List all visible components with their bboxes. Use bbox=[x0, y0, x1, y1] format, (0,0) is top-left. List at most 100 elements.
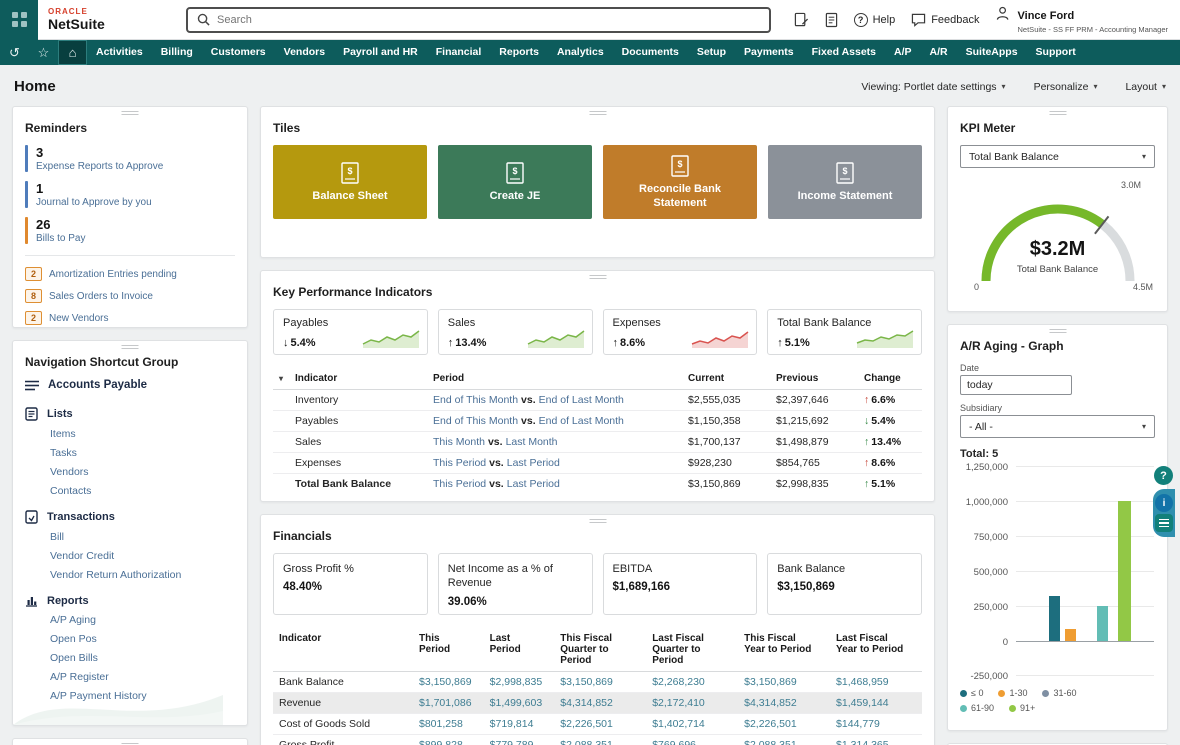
nav-documents[interactable]: Documents bbox=[613, 40, 688, 65]
help-button[interactable]: ? Help bbox=[854, 13, 896, 27]
kpi-card-total-bank-balance[interactable]: Total Bank Balance ↑5.1% bbox=[767, 309, 922, 355]
kpi-col-change[interactable]: Change bbox=[858, 368, 922, 390]
shortcut-ap-register[interactable]: A/P Register bbox=[50, 671, 235, 683]
shortcut-vendors[interactable]: Vendors bbox=[50, 466, 235, 478]
tile-income-statement[interactable]: $ Income Statement bbox=[768, 145, 922, 219]
nav-customers[interactable]: Customers bbox=[202, 40, 275, 65]
bar-61-90[interactable] bbox=[1097, 606, 1108, 641]
fin-card-bank-balance[interactable]: Bank Balance $3,150,869 bbox=[767, 553, 922, 615]
kpi-row-payables[interactable]: Payables End of This Monthvs.End of Last… bbox=[273, 411, 922, 432]
portlet-drag-handle[interactable] bbox=[122, 111, 139, 115]
reminder-expense-reports[interactable]: 3 Expense Reports to Approve bbox=[25, 145, 235, 172]
recent-records-button[interactable]: ↺ bbox=[0, 40, 29, 65]
legend-1-30[interactable]: 1-30 bbox=[998, 688, 1027, 698]
nav-reports[interactable]: Reports bbox=[490, 40, 548, 65]
reminder-label[interactable]: Expense Reports to Approve bbox=[36, 161, 163, 172]
shortcut-bill[interactable]: Bill bbox=[50, 531, 235, 543]
nav-financial[interactable]: Financial bbox=[427, 40, 491, 65]
reminder-sales-orders[interactable]: 8 Sales Orders to Invoice bbox=[25, 289, 235, 303]
home-tab[interactable]: ⌂ bbox=[58, 40, 87, 65]
shortcut-tasks[interactable]: Tasks bbox=[50, 447, 235, 459]
fin-col-last-period[interactable]: Last Period bbox=[484, 628, 555, 672]
create-note-button[interactable] bbox=[794, 12, 809, 28]
fin-row-gross-profit[interactable]: Gross Profit $899,828 $779,789 $2,088,35… bbox=[273, 735, 922, 745]
reminder-label[interactable]: Sales Orders to Invoice bbox=[49, 291, 153, 302]
feedback-button[interactable]: Feedback bbox=[911, 13, 979, 27]
kpi-col-previous[interactable]: Previous bbox=[770, 368, 858, 390]
reminder-new-vendors[interactable]: 2 New Vendors bbox=[25, 311, 235, 325]
documents-button[interactable] bbox=[825, 12, 838, 28]
search-input[interactable] bbox=[217, 14, 760, 26]
kpi-row-inventory[interactable]: Inventory End of This Monthvs.End of Las… bbox=[273, 390, 922, 411]
fin-card-net-income-pct[interactable]: Net Income as a % of Revenue 39.06% bbox=[438, 553, 593, 615]
feedback-tab-button[interactable] bbox=[1155, 514, 1173, 532]
nav-payments[interactable]: Payments bbox=[735, 40, 803, 65]
shortcut-contacts[interactable]: Contacts bbox=[50, 485, 235, 497]
nav-billing[interactable]: Billing bbox=[152, 40, 202, 65]
kpi-meter-select[interactable]: Total Bank Balance ▾ bbox=[960, 145, 1155, 168]
global-search[interactable] bbox=[186, 7, 771, 33]
fin-col-indicator[interactable]: Indicator bbox=[273, 628, 413, 672]
kpi-row-expenses[interactable]: Expenses This Periodvs.Last Period $928,… bbox=[273, 453, 922, 474]
fin-col-last-fy[interactable]: Last Fiscal Year to Period bbox=[830, 628, 922, 672]
shortcut-vendor-return-authorization[interactable]: Vendor Return Authorization bbox=[50, 569, 235, 581]
nav-support[interactable]: Support bbox=[1027, 40, 1085, 65]
reminder-label[interactable]: Bills to Pay bbox=[36, 233, 85, 244]
portlet-drag-handle[interactable] bbox=[122, 345, 139, 349]
bar-1-30[interactable] bbox=[1065, 629, 1076, 641]
nav-suiteapps[interactable]: SuiteApps bbox=[957, 40, 1027, 65]
fin-card-ebitda[interactable]: EBITDA $1,689,166 bbox=[603, 553, 758, 615]
portlet-drag-handle[interactable] bbox=[1049, 111, 1066, 115]
portlet-drag-handle[interactable] bbox=[589, 519, 606, 523]
nav-fixed-assets[interactable]: Fixed Assets bbox=[803, 40, 885, 65]
reminder-amortization[interactable]: 2 Amortization Entries pending bbox=[25, 267, 235, 281]
bar-91-plus[interactable] bbox=[1118, 501, 1131, 641]
tile-balance-sheet[interactable]: $ Balance Sheet bbox=[273, 145, 427, 219]
reminder-label[interactable]: Journal to Approve by you bbox=[36, 197, 152, 208]
shortcut-ap-aging[interactable]: A/P Aging bbox=[50, 614, 235, 626]
tile-reconcile-bank-statement[interactable]: $ Reconcile Bank Statement bbox=[603, 145, 757, 219]
fin-card-gross-profit-pct[interactable]: Gross Profit % 48.40% bbox=[273, 553, 428, 615]
fin-row-cogs[interactable]: Cost of Goods Sold $801,258 $719,814 $2,… bbox=[273, 714, 922, 735]
bar-lte-0[interactable] bbox=[1049, 596, 1060, 641]
legend-61-90[interactable]: 61-90 bbox=[960, 703, 994, 713]
tile-create-je[interactable]: $ Create JE bbox=[438, 145, 592, 219]
layout-button[interactable]: Layout▾ bbox=[1125, 81, 1166, 93]
shortcut-lists-header[interactable]: Lists bbox=[25, 407, 235, 421]
shortcut-items[interactable]: Items bbox=[50, 428, 235, 440]
fin-col-this-period[interactable]: This Period bbox=[413, 628, 484, 672]
fin-row-revenue[interactable]: Revenue $1,701,086 $1,499,603 $4,314,852… bbox=[273, 693, 922, 714]
portlet-drag-handle[interactable] bbox=[589, 275, 606, 279]
kpi-row-sales[interactable]: Sales This Monthvs.Last Month $1,700,137… bbox=[273, 432, 922, 453]
fin-col-this-fy[interactable]: This Fiscal Year to Period bbox=[738, 628, 830, 672]
shortcut-ap-payment-history[interactable]: A/P Payment History bbox=[50, 690, 235, 702]
viewing-portlet-date-settings[interactable]: Viewing: Portlet date settings▾ bbox=[861, 81, 1005, 93]
nav-setup[interactable]: Setup bbox=[688, 40, 735, 65]
shortcut-open-bills[interactable]: Open Bills bbox=[50, 652, 235, 664]
nav-vendors[interactable]: Vendors bbox=[275, 40, 334, 65]
kpi-card-expenses[interactable]: Expenses ↑8.6% bbox=[603, 309, 758, 355]
help-floating-button[interactable]: ? bbox=[1154, 466, 1173, 485]
filter-chevron-icon[interactable]: ▾ bbox=[279, 374, 283, 383]
reminder-label[interactable]: Amortization Entries pending bbox=[49, 269, 177, 280]
nav-ap[interactable]: A/P bbox=[885, 40, 921, 65]
nav-payroll-hr[interactable]: Payroll and HR bbox=[334, 40, 427, 65]
kpi-col-indicator[interactable]: Indicator bbox=[289, 368, 427, 390]
shortcut-accounts-payable[interactable]: Accounts Payable bbox=[25, 379, 235, 391]
nav-activities[interactable]: Activities bbox=[87, 40, 152, 65]
kpi-col-period[interactable]: Period bbox=[427, 368, 682, 390]
personalize-button[interactable]: Personalize▾ bbox=[1034, 81, 1098, 93]
legend-91-plus[interactable]: 91+ bbox=[1009, 703, 1035, 713]
reminder-journal-approve[interactable]: 1 Journal to Approve by you bbox=[25, 181, 235, 208]
date-input[interactable] bbox=[960, 375, 1072, 395]
kpi-card-payables[interactable]: Payables ↓5.4% bbox=[273, 309, 428, 355]
kpi-row-total-bank-balance[interactable]: Total Bank Balance This Periodvs.Last Pe… bbox=[273, 474, 922, 495]
nav-ar[interactable]: A/R bbox=[921, 40, 957, 65]
legend-31-60[interactable]: 31-60 bbox=[1042, 688, 1076, 698]
fin-col-this-fq[interactable]: This Fiscal Quarter to Period bbox=[554, 628, 646, 672]
kpi-col-current[interactable]: Current bbox=[682, 368, 770, 390]
subsidiary-select[interactable]: - All - ▾ bbox=[960, 415, 1155, 438]
fin-row-bank-balance[interactable]: Bank Balance $3,150,869 $2,998,835 $3,15… bbox=[273, 672, 922, 693]
fin-col-last-fq[interactable]: Last Fiscal Quarter to Period bbox=[646, 628, 738, 672]
shortcut-open-pos[interactable]: Open Pos bbox=[50, 633, 235, 645]
